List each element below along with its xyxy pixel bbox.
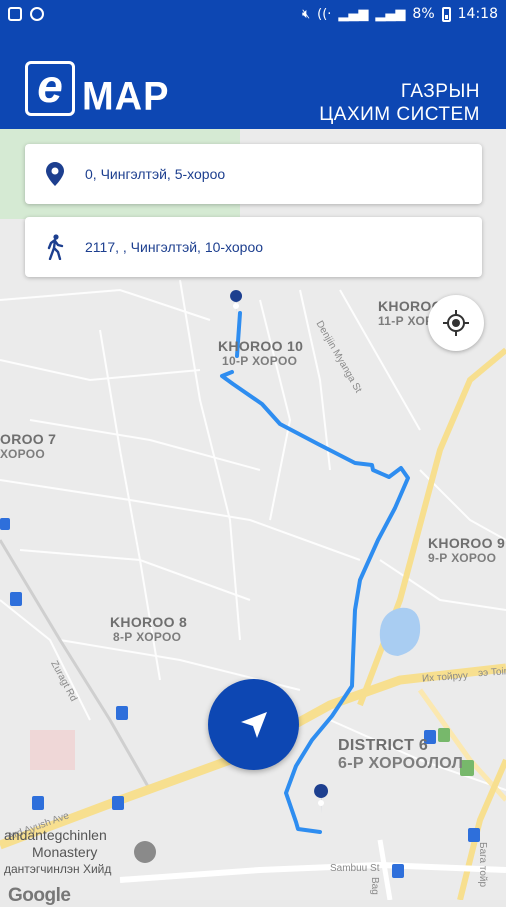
origin-field[interactable]: 0, Чингэлтэй, 5-хороо xyxy=(25,144,482,204)
sambuu-street xyxy=(119,861,506,883)
label-khoroo-8: KHOROO 8 8-Р ХОРОО xyxy=(110,614,188,644)
battery-percent: 8% xyxy=(412,6,435,22)
app-subtitle-line2: ЦАХИМ СИСТЕМ xyxy=(319,104,480,125)
logo-text: MAP xyxy=(82,74,170,120)
gallery-notification-icon xyxy=(8,7,22,21)
lake xyxy=(379,607,421,656)
label-district-6: DISTRICT 6 6-Р ХОРООЛОЛ xyxy=(338,737,464,772)
app-subtitle-line1: ГАЗРЫН xyxy=(400,81,480,102)
location-pin-icon xyxy=(25,162,85,186)
signal-icon: ▂▄▆ xyxy=(338,6,369,22)
status-bar: 🔇︎ ((· ▂▄▆ ▂▄▆ 8% 14:18 xyxy=(0,0,506,32)
destination-field[interactable]: 2117, , Чингэлтэй, 10-хороо xyxy=(25,217,482,277)
app-bar: e MAP ГАЗРЫН ЦАХИМ СИСТЕМ xyxy=(0,32,506,129)
google-attribution: Google xyxy=(8,885,71,906)
route-end-pin-icon xyxy=(314,784,329,814)
app-subtitle: ГАЗРЫН ЦАХИМ СИСТЕМ xyxy=(319,80,480,126)
walking-person-icon xyxy=(25,234,85,260)
emap-logo-icon: e xyxy=(25,61,75,116)
origin-value: 0, Чингэлтэй, 5-хороо xyxy=(85,166,226,182)
street-bag: Bag xyxy=(369,877,380,895)
app-notification-icon xyxy=(30,7,44,21)
street-sambuu: Sambuu St xyxy=(330,863,380,874)
clock: 14:18 xyxy=(457,6,498,22)
my-location-button[interactable] xyxy=(428,295,484,351)
building xyxy=(30,730,75,770)
destination-value: 2117, , Чингэлтэй, 10-хороо xyxy=(85,239,264,255)
monastery-poi-icon xyxy=(134,841,156,863)
label-khoroo-9: KHOROO 9 9-Р ХОРОО xyxy=(428,535,506,565)
label-khoroo-7: OROO 7 ХОРОО xyxy=(0,431,57,461)
label-khoroo-10: KHOROO 10 10-Р ХОРОО xyxy=(218,338,304,368)
mute-icon: 🔇︎ xyxy=(301,6,311,22)
side-street xyxy=(377,839,393,900)
my-location-icon xyxy=(443,310,469,336)
navigate-button[interactable] xyxy=(208,679,299,770)
street-baga-toiruu: Бага тойр xyxy=(477,842,488,888)
battery-icon xyxy=(441,6,451,22)
logo-letter: e xyxy=(37,59,63,112)
navigation-arrow-icon xyxy=(240,711,267,738)
street-toiruu-en: ээ Toirui xyxy=(477,665,506,680)
wifi-icon: ((· xyxy=(317,6,332,22)
monastery-label: andantegchinlen Monastery дантэгчинлэн Х… xyxy=(4,827,112,876)
signal-icon-2: ▂▄▆ xyxy=(375,6,406,22)
